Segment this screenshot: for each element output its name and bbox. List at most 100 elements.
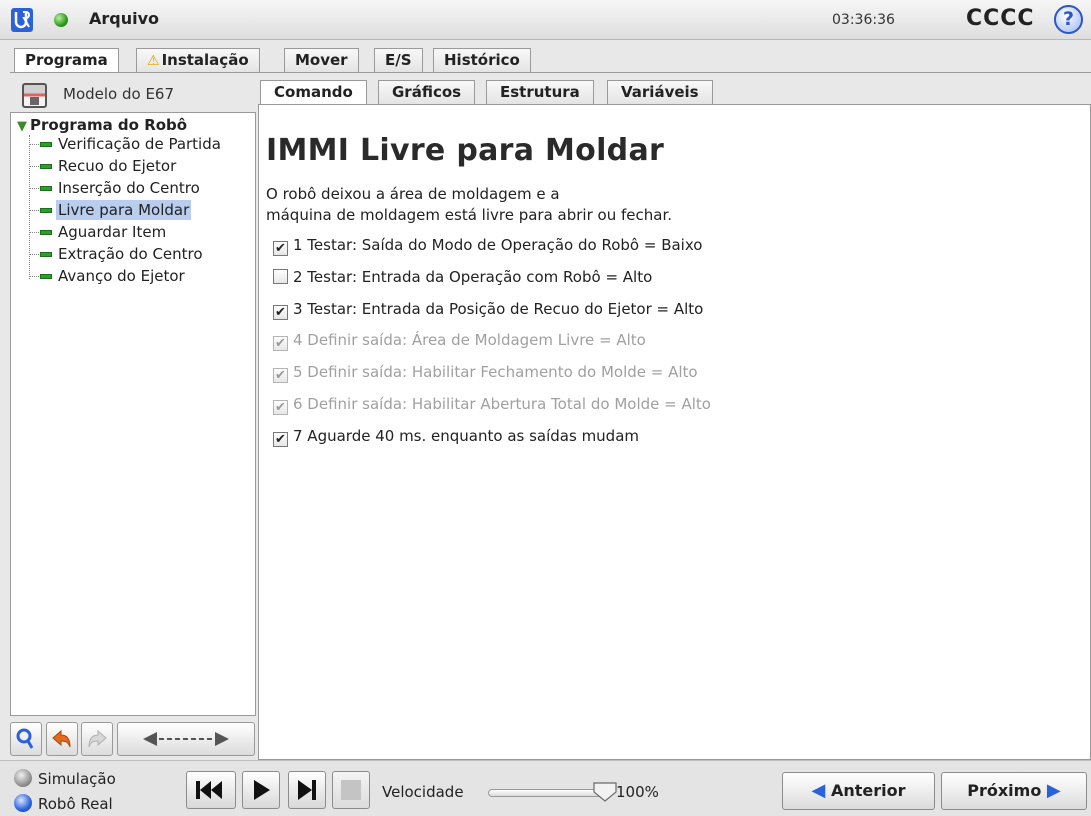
- checkbox: ✔: [273, 400, 288, 415]
- tree-root[interactable]: ▼ Programa do Robô: [17, 116, 187, 134]
- search-icon[interactable]: [10, 722, 42, 756]
- node-icon: [40, 186, 52, 191]
- tab-label: Estrutura: [500, 83, 580, 101]
- tree-item-selected[interactable]: Livre para Moldar: [29, 200, 192, 223]
- check-label: 5 Definir saída: Habilitar Fechamento do…: [293, 363, 698, 381]
- tree-item-label: Verificação de Partida: [58, 135, 221, 153]
- redo-icon[interactable]: [81, 722, 113, 756]
- clock: 03:36:36: [832, 12, 895, 28]
- arrow-right-icon: ▶: [1046, 780, 1061, 801]
- simulation-radio-icon[interactable]: [14, 769, 32, 787]
- ur-logo-icon: [11, 8, 33, 32]
- check-item-2[interactable]: 2 Testar: Entrada da Operação com Robô =…: [273, 268, 652, 290]
- node-icon: [40, 208, 52, 213]
- program-panel: Modelo do E67 ▼ Programa do Robô Verifica…: [10, 80, 256, 760]
- node-icon: [40, 142, 52, 147]
- stop-button[interactable]: [332, 771, 370, 809]
- node-icon: [40, 274, 52, 279]
- check-item-3[interactable]: ✔ 3 Testar: Entrada da Posição de Recuo d…: [273, 300, 703, 322]
- tab-es[interactable]: E/S: [374, 48, 423, 72]
- rewind-icon: [196, 781, 222, 799]
- tree-item[interactable]: Aguardar Item: [29, 223, 168, 245]
- tree-root-label: Programa do Robô: [30, 116, 188, 134]
- tab-variaveis[interactable]: Variáveis: [607, 80, 713, 104]
- tab-label: Programa: [25, 51, 108, 69]
- robot-status-icon: [54, 13, 68, 27]
- checkbox: ✔: [273, 368, 288, 383]
- tab-label: Gráficos: [392, 83, 462, 101]
- check-label: 7 Aguarde 40 ms. enquanto as saídas muda…: [293, 427, 640, 445]
- simulation-mode[interactable]: Simulação: [14, 769, 116, 788]
- checkbox: ✔: [273, 336, 288, 351]
- tab-mover[interactable]: Mover: [284, 48, 359, 72]
- tab-label: Instalação: [161, 51, 249, 69]
- tab-label: Histórico: [444, 51, 520, 69]
- save-icon[interactable]: [22, 83, 47, 108]
- program-header: Modelo do E67: [10, 80, 256, 110]
- speed-slider[interactable]: [488, 789, 608, 797]
- tab-estrutura[interactable]: Estrutura: [486, 80, 594, 104]
- help-icon[interactable]: ?: [1054, 5, 1083, 34]
- tab-programa[interactable]: Programa: [14, 48, 119, 73]
- check-label: 6 Definir saída: Habilitar Abertura Tota…: [293, 395, 711, 413]
- expand-triangle-icon[interactable]: ▼: [17, 119, 27, 134]
- check-item-4: ✔ 4 Definir saída: Área de Moldagem Livre…: [273, 331, 646, 353]
- play-button[interactable]: [242, 771, 280, 809]
- tree-item[interactable]: Recuo do Ejetor: [29, 157, 178, 179]
- tree-item-label: Extração do Centro: [58, 245, 203, 263]
- check-label: 1 Testar: Saída do Modo de Operação do R…: [293, 236, 703, 254]
- step-button[interactable]: [288, 771, 326, 809]
- file-menu[interactable]: Arquivo: [89, 9, 159, 28]
- speed-value: 100%: [616, 783, 659, 801]
- checkbox[interactable]: ✔: [273, 305, 288, 320]
- undo-icon[interactable]: [46, 722, 78, 756]
- tree-toolbar: [10, 722, 256, 756]
- tree-item-label: Inserção do Centro: [58, 179, 200, 197]
- next-button[interactable]: Próximo ▶: [941, 772, 1087, 810]
- real-robot-mode[interactable]: Robô Real: [14, 794, 113, 813]
- node-icon: [40, 252, 52, 257]
- tab-comando[interactable]: Comando: [260, 80, 367, 105]
- check-label: 4 Definir saída: Área de Moldagem Livre …: [293, 331, 646, 349]
- simulation-label: Simulação: [38, 770, 116, 788]
- tree-item[interactable]: Inserção do Centro: [29, 179, 202, 201]
- tab-label: Comando: [274, 83, 353, 101]
- robot-name: CCCC: [966, 6, 1035, 31]
- previous-button[interactable]: ◀ Anterior: [782, 772, 935, 810]
- tab-label: Mover: [295, 51, 348, 69]
- checkbox[interactable]: ✔: [273, 432, 288, 447]
- tree-item-label: Aguardar Item: [58, 223, 167, 241]
- tree-item[interactable]: Verificação de Partida: [29, 135, 223, 157]
- tab-graficos[interactable]: Gráficos: [378, 80, 476, 104]
- tab-instalacao[interactable]: ⚠ Instalação: [136, 48, 260, 72]
- tab-label: Variáveis: [621, 83, 699, 101]
- program-name: Modelo do E67: [63, 85, 175, 103]
- node-icon: [40, 164, 52, 169]
- check-item-1[interactable]: ✔ 1 Testar: Saída do Modo de Operação do …: [273, 236, 702, 258]
- speed-slider-handle[interactable]: [592, 781, 618, 803]
- checkbox[interactable]: ✔: [273, 241, 288, 256]
- real-robot-radio-icon[interactable]: [14, 794, 32, 812]
- check-label: 2 Testar: Entrada da Operação com Robô =…: [293, 268, 653, 286]
- tab-historico[interactable]: Histórico: [433, 48, 531, 72]
- checkbox[interactable]: [273, 269, 288, 284]
- step-icon: [298, 780, 316, 800]
- real-robot-label: Robô Real: [38, 795, 113, 813]
- speed-label: Velocidade: [382, 783, 464, 801]
- tree-item[interactable]: Extração do Centro: [29, 245, 205, 267]
- bottom-bar: Simulação Robô Real Velocidade 100% ◀ An…: [0, 760, 1091, 816]
- top-bar: Arquivo 03:36:36 CCCC ?: [0, 0, 1091, 40]
- rewind-button[interactable]: [186, 771, 236, 809]
- stop-icon: [341, 780, 361, 800]
- command-title: IMMI Livre para Moldar: [266, 133, 665, 168]
- program-tree[interactable]: ▼ Programa do Robô Verificação de Partida…: [10, 112, 256, 716]
- previous-label: Anterior: [830, 781, 906, 800]
- command-description: máquina de moldagem está livre para abri…: [266, 206, 673, 224]
- move-arrows-icon[interactable]: [117, 722, 255, 756]
- play-icon: [254, 780, 270, 800]
- tree-item[interactable]: Avanço do Ejetor: [29, 267, 187, 289]
- tree-item-label: Recuo do Ejetor: [58, 157, 177, 175]
- check-item-7[interactable]: ✔ 7 Aguarde 40 ms. enquanto as saídas mud…: [273, 427, 639, 449]
- tab-label: E/S: [385, 51, 412, 69]
- tree-item-label: Avanço do Ejetor: [58, 267, 185, 285]
